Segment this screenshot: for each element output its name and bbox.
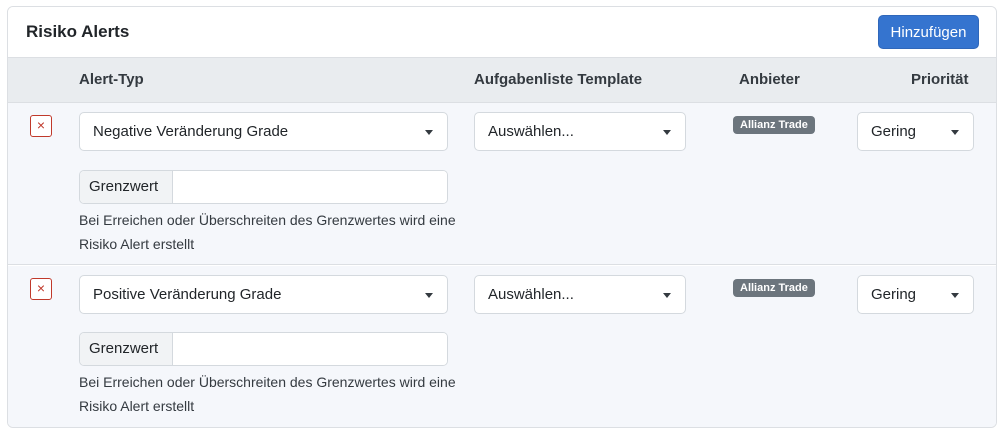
priority-select[interactable]: Gering — [857, 112, 974, 151]
chevron-down-icon — [425, 130, 433, 135]
alert-type-select[interactable]: Negative Veränderung Grade — [79, 112, 448, 151]
provider-badge: Allianz Trade — [733, 116, 815, 134]
chevron-down-icon — [663, 130, 671, 135]
table-header: Alert-Typ Aufgabenliste Template Anbiete… — [8, 58, 996, 103]
card-header: Risiko Alerts Hinzufügen — [8, 7, 996, 58]
provider-badge: Allianz Trade — [733, 279, 815, 297]
header-priority: Priorität — [911, 71, 969, 88]
threshold-help-text: Bei Erreichen oder Überschreiten des Gre… — [79, 212, 456, 252]
alert-type-value: Positive Veränderung Grade — [93, 286, 282, 303]
alert-type-select[interactable]: Positive Veränderung Grade — [79, 275, 448, 314]
close-icon: × — [36, 280, 46, 296]
table-row: × Positive Veränderung Grade Auswählen..… — [8, 266, 996, 427]
risk-alerts-card: Risiko Alerts Hinzufügen Alert-Typ Aufga… — [7, 6, 997, 428]
threshold-help-text: Bei Erreichen oder Überschreiten des Gre… — [79, 374, 456, 414]
priority-select[interactable]: Gering — [857, 275, 974, 314]
delete-row-button[interactable]: × — [30, 278, 52, 300]
chevron-down-icon — [663, 293, 671, 298]
chevron-down-icon — [951, 293, 959, 298]
header-provider: Anbieter — [739, 71, 800, 88]
priority-value: Gering — [871, 123, 917, 140]
chevron-down-icon — [425, 293, 433, 298]
chevron-down-icon — [951, 130, 959, 135]
close-icon: × — [36, 117, 46, 133]
card-title: Risiko Alerts — [26, 22, 130, 41]
header-alert-type: Alert-Typ — [79, 71, 144, 88]
threshold-label: Grenzwert — [80, 171, 173, 203]
template-select[interactable]: Auswählen... — [474, 112, 686, 151]
add-button[interactable]: Hinzufügen — [878, 15, 979, 49]
header-template: Aufgabenliste Template — [474, 71, 643, 88]
threshold-input[interactable] — [173, 333, 447, 365]
threshold-input-group: Grenzwert — [79, 332, 448, 366]
threshold-label: Grenzwert — [80, 333, 173, 365]
template-select[interactable]: Auswählen... — [474, 275, 686, 314]
priority-value: Gering — [871, 286, 917, 303]
delete-row-button[interactable]: × — [30, 115, 52, 137]
threshold-input[interactable] — [173, 171, 447, 203]
threshold-input-group: Grenzwert — [79, 170, 448, 204]
template-value: Auswählen... — [488, 286, 574, 303]
alert-type-value: Negative Veränderung Grade — [93, 123, 289, 140]
template-value: Auswählen... — [488, 123, 574, 140]
table-row: × Negative Veränderung Grade Auswählen..… — [8, 103, 996, 265]
